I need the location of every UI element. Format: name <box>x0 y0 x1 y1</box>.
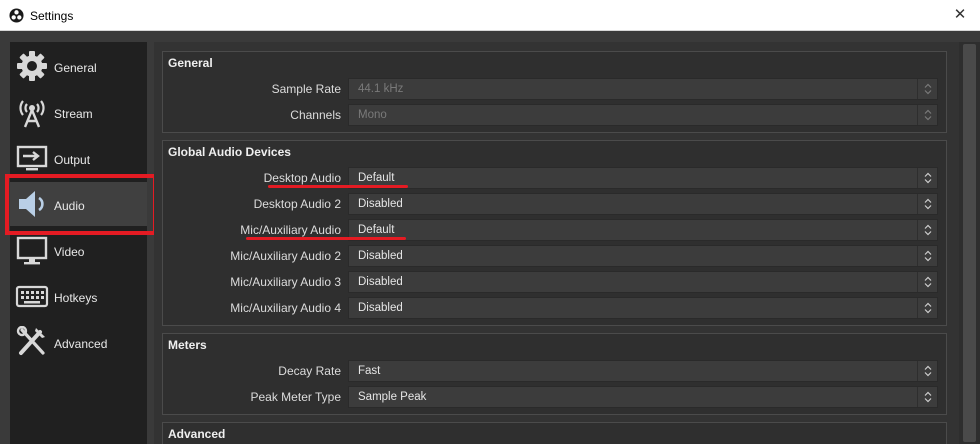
desktop-audio-label: Desktop Audio <box>263 171 341 185</box>
updown-arrows-icon <box>917 246 937 266</box>
desktop-audio-2-combo[interactable]: Disabled <box>348 193 938 215</box>
sample-rate-label: Sample Rate <box>271 82 341 96</box>
updown-arrows-icon <box>917 105 937 125</box>
obs-logo-icon <box>9 8 24 23</box>
sidebar-item-label: Hotkeys <box>54 291 98 305</box>
combo-value: Disabled <box>358 276 403 288</box>
combo-value: Default <box>358 172 395 184</box>
sidebar-item-stream[interactable]: Stream <box>10 90 147 134</box>
updown-arrows-icon <box>917 272 937 292</box>
monitor-icon <box>16 236 48 265</box>
updown-arrows-icon <box>917 387 937 407</box>
sidebar-item-label: Advanced <box>54 337 108 351</box>
decay-rate-combo[interactable]: Fast <box>348 360 938 382</box>
combo-value: Disabled <box>358 250 403 262</box>
broadcast-icon <box>19 100 45 128</box>
group-title: Advanced <box>168 427 226 441</box>
group-title: General <box>168 56 213 70</box>
settings-sidebar: General Stream Output Audio Video Hotkey… <box>10 42 147 444</box>
content-scrollbar[interactable] <box>959 42 980 444</box>
window-title: Settings <box>30 9 74 23</box>
keyboard-icon <box>15 285 49 308</box>
sidebar-item-label: General <box>54 61 97 75</box>
sidebar-item-hotkeys[interactable]: Hotkeys <box>10 274 147 318</box>
updown-arrows-icon <box>917 220 937 240</box>
mic-aux-audio-3-combo[interactable]: Disabled <box>348 271 938 293</box>
channels-combo[interactable]: Mono <box>348 104 938 126</box>
channels-label: Channels <box>290 108 341 122</box>
combo-value: 44.1 kHz <box>358 83 404 95</box>
sidebar-item-advanced[interactable]: Advanced <box>10 320 147 364</box>
updown-arrows-icon <box>917 361 937 381</box>
title-bar: Settings ✕ <box>0 0 980 31</box>
decay-rate-label: Decay Rate <box>278 364 341 378</box>
combo-value: Disabled <box>358 302 403 314</box>
sidebar-item-general[interactable]: General <box>10 44 147 88</box>
sample-rate-combo[interactable]: 44.1 kHz <box>348 78 938 100</box>
mic-aux-audio-2-label: Mic/Auxiliary Audio 2 <box>230 249 341 263</box>
advanced-group: Advanced <box>162 422 947 444</box>
desktop-audio-2-label: Desktop Audio 2 <box>253 197 341 211</box>
desktop-audio-combo[interactable]: Default <box>348 167 938 189</box>
mic-aux-audio-label: Mic/Auxiliary Audio <box>240 223 341 237</box>
mic-aux-audio-combo[interactable]: Default <box>348 219 938 241</box>
output-icon <box>16 145 48 171</box>
sidebar-item-label: Output <box>54 153 91 167</box>
updown-arrows-icon <box>917 194 937 214</box>
combo-value: Fast <box>358 365 381 377</box>
sidebar-item-label: Video <box>54 245 85 259</box>
combo-value: Mono <box>358 109 387 121</box>
updown-arrows-icon <box>917 298 937 318</box>
combo-value: Disabled <box>358 198 403 210</box>
sidebar-item-label: Stream <box>54 107 93 121</box>
group-title: Meters <box>168 338 207 352</box>
mic-aux-audio-4-combo[interactable]: Disabled <box>348 297 938 319</box>
audio-highlight-annotation <box>5 174 157 235</box>
peak-meter-type-combo[interactable]: Sample Peak <box>348 386 938 408</box>
updown-arrows-icon <box>917 168 937 188</box>
group-title: Global Audio Devices <box>168 145 291 159</box>
scrollbar-thumb[interactable] <box>963 44 976 442</box>
updown-arrows-icon <box>917 79 937 99</box>
close-icon: ✕ <box>953 6 967 23</box>
combo-value: Default <box>358 224 395 236</box>
combo-value: Sample Peak <box>358 391 427 403</box>
close-button[interactable]: ✕ <box>940 0 980 31</box>
peak-meter-type-label: Peak Meter Type <box>250 390 342 404</box>
mic-aux-audio-2-combo[interactable]: Disabled <box>348 245 938 267</box>
desktop-audio-underline-annotation <box>268 185 408 188</box>
mic-aux-audio-4-label: Mic/Auxiliary Audio 4 <box>230 301 341 315</box>
mic-aux-audio-underline-annotation <box>246 237 406 240</box>
tools-icon <box>16 326 45 355</box>
mic-aux-audio-3-label: Mic/Auxiliary Audio 3 <box>230 275 341 289</box>
gear-icon <box>17 51 47 81</box>
